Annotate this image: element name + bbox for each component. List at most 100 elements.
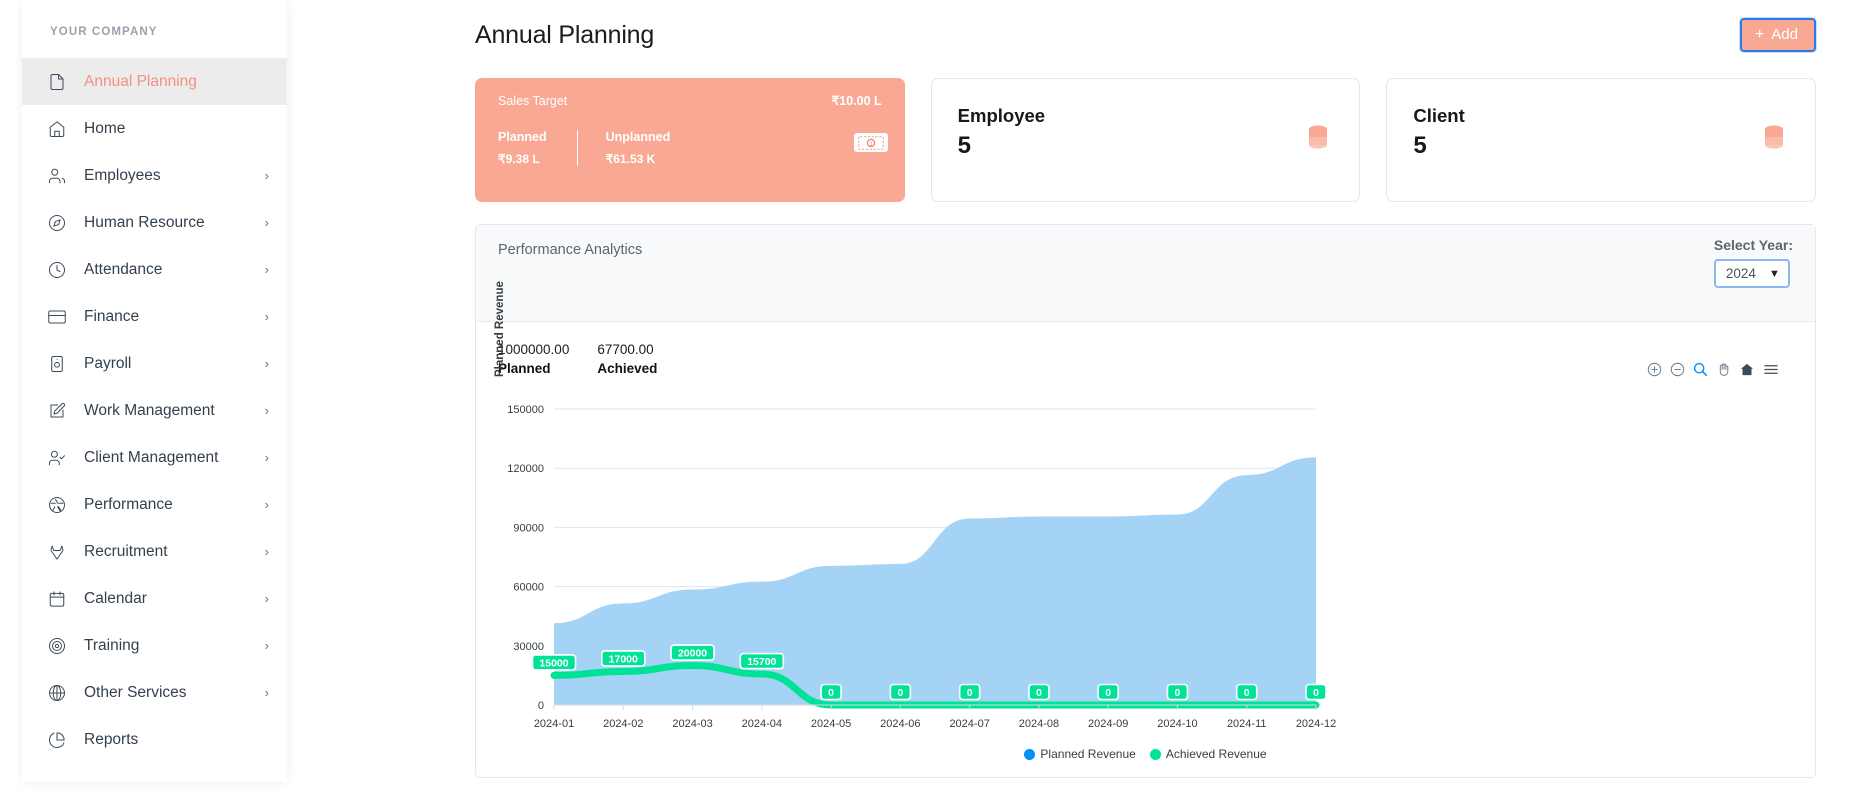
svg-text:0: 0 <box>1244 687 1250 699</box>
select-year-label: Select Year: <box>1713 237 1793 253</box>
kpi-label: Planned <box>498 361 551 376</box>
svg-text:2024-08: 2024-08 <box>1019 718 1059 730</box>
compass-icon <box>48 212 74 234</box>
client-card-value: 5 <box>1413 132 1427 159</box>
kpi-row: 1000000.00 Planned 67700.00 Achieved <box>476 322 1815 376</box>
svg-text:150000: 150000 <box>507 404 544 416</box>
sidebar-item-label: Recruitment <box>84 542 168 560</box>
sidebar-item-work-management[interactable]: Work Management › <box>22 387 287 434</box>
svg-text:15700: 15700 <box>747 656 776 668</box>
zoom-out-icon[interactable] <box>1670 362 1685 377</box>
database-icon <box>1307 125 1329 156</box>
sidebar-item-finance[interactable]: Finance › <box>22 293 287 340</box>
sidebar-item-label: Client Management <box>84 448 219 466</box>
sidebar-item-performance[interactable]: Performance › <box>22 481 287 528</box>
sidebar-item-calendar[interactable]: Calendar › <box>22 575 287 622</box>
zoom-in-icon[interactable] <box>1647 362 1662 377</box>
sidebar-item-home[interactable]: Home <box>22 105 287 152</box>
chevron-right-icon: › <box>264 497 269 512</box>
svg-text:0: 0 <box>1175 687 1181 699</box>
edit-square-icon <box>48 400 74 422</box>
kpi-number: 67700.00 <box>597 342 654 357</box>
svg-text:2024-07: 2024-07 <box>949 718 989 730</box>
year-select[interactable]: 2024 ▼ <box>1713 259 1790 288</box>
legend-item-achieved-revenue[interactable]: Achieved Revenue <box>1149 747 1267 761</box>
sidebar-item-label: Training <box>84 636 140 654</box>
clock-icon <box>48 259 74 281</box>
employee-card[interactable]: Employee 5 <box>930 78 1361 202</box>
sidebar-item-attendance[interactable]: Attendance › <box>22 246 287 293</box>
employee-card-title: Employee <box>957 105 1046 126</box>
pie-chart-icon <box>48 729 74 751</box>
legend-item-planned-revenue[interactable]: Planned Revenue <box>1024 747 1136 761</box>
sidebar-item-label: Payroll <box>84 354 132 372</box>
plus-icon: + <box>1754 25 1765 43</box>
chevron-right-icon: › <box>264 403 269 418</box>
sales-target-header: Sales Target ₹10.00 L <box>476 79 904 109</box>
svg-text:2024-09: 2024-09 <box>1088 718 1128 730</box>
sidebar-item-label: Employees <box>84 166 161 184</box>
menu-icon[interactable] <box>1763 362 1779 377</box>
file-icon <box>48 71 74 93</box>
unplanned-block: Unplanned ₹61.53 K <box>576 130 701 166</box>
add-button-label: Add <box>1771 26 1798 43</box>
legend-label: Achieved Revenue <box>1165 747 1267 761</box>
svg-text:15000: 15000 <box>539 657 568 669</box>
gitlab-icon <box>48 541 74 563</box>
svg-text:2024-01: 2024-01 <box>534 718 574 730</box>
chevron-right-icon: › <box>264 356 269 371</box>
svg-text:0: 0 <box>897 687 903 699</box>
user-check-icon <box>48 447 74 469</box>
chevron-right-icon: › <box>264 262 269 277</box>
svg-text:2024-11: 2024-11 <box>1227 718 1267 730</box>
money-icon: 1 <box>853 133 888 152</box>
sidebar-item-employees[interactable]: Employees › <box>22 152 287 199</box>
sidebar-item-label: Annual Planning <box>84 72 197 90</box>
client-card[interactable]: Client 5 <box>1386 78 1817 202</box>
chevron-right-icon: › <box>264 450 269 465</box>
add-button[interactable]: + Add <box>1739 18 1816 52</box>
sidebar-item-client-management[interactable]: Client Management › <box>22 434 287 481</box>
target-icon <box>48 635 74 657</box>
svg-text:0: 0 <box>828 687 834 699</box>
sidebar-item-training[interactable]: Training › <box>22 622 287 669</box>
sidebar-item-human-resource[interactable]: Human Resource › <box>22 199 287 246</box>
svg-text:2024-05: 2024-05 <box>811 718 851 730</box>
sidebar-item-annual-planning[interactable]: Annual Planning <box>22 58 287 105</box>
chart-canvas: 03000060000900001200001500002024-01 2024-… <box>507 404 1336 730</box>
sales-target-label: Sales Target <box>498 93 568 108</box>
revenue-area-chart[interactable]: 0 30000 60000 90000 120000 150000 2024-01 2024-… <box>476 395 1815 777</box>
legend-label: Planned Revenue <box>1040 747 1136 761</box>
unplanned-value: ₹61.53 K <box>605 152 656 166</box>
calendar-icon <box>48 588 74 610</box>
svg-text:30000: 30000 <box>513 641 544 653</box>
reset-home-icon[interactable] <box>1739 362 1755 377</box>
sales-target-card[interactable]: Sales Target ₹10.00 L Planned ₹9.38 L Un… <box>475 78 905 202</box>
sidebar-item-payroll[interactable]: Payroll › <box>22 340 287 387</box>
svg-text:0: 0 <box>1036 687 1042 699</box>
employee-card-value: 5 <box>957 132 972 159</box>
main-content: Annual Planning + Add Sales Target ₹10.0… <box>287 0 1860 795</box>
chevron-right-icon: › <box>264 168 269 183</box>
sidebar-item-reports[interactable]: Reports <box>22 716 287 763</box>
y-axis-title: Planned Revenue <box>494 281 506 377</box>
aperture-icon <box>48 494 74 516</box>
pan-icon[interactable] <box>1716 362 1731 377</box>
kpi-achieved: 67700.00 Achieved <box>597 342 657 376</box>
svg-text:2024-12: 2024-12 <box>1296 718 1336 730</box>
kpi-label: Achieved <box>597 361 658 376</box>
chart-legend: Planned Revenue Achieved Revenue <box>476 747 1815 761</box>
stat-cards: Sales Target ₹10.00 L Planned ₹9.38 L Un… <box>287 56 1860 202</box>
sidebar-item-label: Reports <box>84 730 139 748</box>
svg-text:60000: 60000 <box>513 582 544 594</box>
kpi-planned: 1000000.00 Planned <box>498 342 569 376</box>
sidebar-item-recruitment[interactable]: Recruitment › <box>22 528 287 575</box>
panel-header: Performance Analytics Select Year: 2024 … <box>476 225 1815 322</box>
sidebar-item-label: Attendance <box>84 260 163 278</box>
sidebar-item-other-services[interactable]: Other Services › <box>22 669 287 716</box>
svg-text:0: 0 <box>967 687 973 699</box>
selection-zoom-icon[interactable] <box>1693 362 1708 377</box>
unplanned-label: Unplanned <box>605 130 671 144</box>
performance-analytics-panel: Performance Analytics Select Year: 2024 … <box>475 224 1816 778</box>
chevron-down-icon: ▼ <box>1768 267 1780 280</box>
